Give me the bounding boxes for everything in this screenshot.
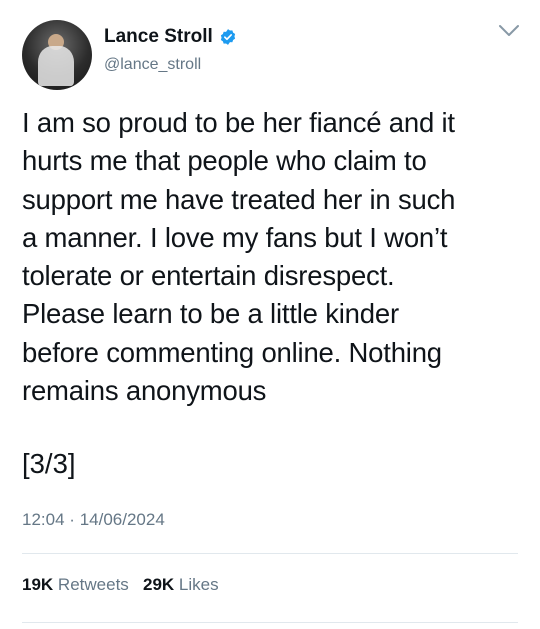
chevron-down-icon[interactable]: [498, 24, 520, 38]
retweets-stat[interactable]: 19K Retweets: [22, 575, 134, 594]
tweet-date: 14/06/2024: [79, 510, 165, 529]
likes-count: 29K: [142, 575, 175, 594]
avatar[interactable]: [22, 20, 92, 90]
verified-badge-icon: [220, 29, 235, 45]
tweet-time: 12:04: [22, 510, 65, 529]
thread-tag: [3/3]: [22, 448, 76, 479]
author-handle[interactable]: @lance_stroll: [104, 56, 201, 74]
author-name[interactable]: Lance Stroll: [104, 26, 213, 48]
avatar-figure: [38, 46, 74, 86]
likes-stat[interactable]: 29K Likes: [143, 575, 219, 594]
divider: [22, 622, 518, 623]
likes-label: Likes: [178, 575, 219, 594]
tweet-text: I am so proud to be her fiancé and it hu…: [22, 107, 456, 407]
retweets-label: Retweets: [57, 575, 129, 594]
retweets-count: 19K: [22, 575, 54, 594]
tweet-timestamp[interactable]: 12:04 · 14/06/2024: [22, 510, 165, 530]
author-row: Lance Stroll: [104, 26, 237, 48]
tweet-stats: 19K Retweets 29K Likes: [22, 575, 219, 595]
divider: [22, 553, 518, 554]
timestamp-separator: ·: [69, 510, 75, 529]
